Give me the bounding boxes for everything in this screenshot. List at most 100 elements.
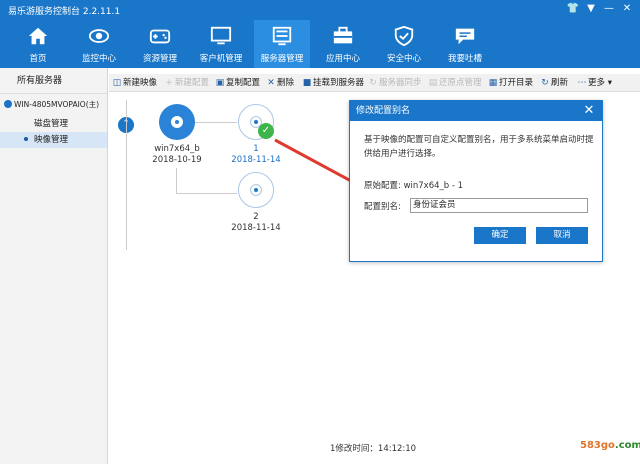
toolbar: ◫ 新建映像 + 新建配置 ▣ 复制配置 ✕ 删除 ■ 挂载到服务器 ↻ 服务器同步 ▤ 还原… bbox=[109, 74, 640, 92]
nav-home[interactable]: 首页 bbox=[10, 20, 66, 68]
restore-icon: ▤ bbox=[428, 78, 438, 88]
folder-icon: ▦ bbox=[488, 78, 498, 88]
mount-button[interactable]: ■ 挂载到服务器 bbox=[302, 76, 364, 90]
ok-button[interactable]: 确定 bbox=[474, 227, 526, 244]
connector-line bbox=[195, 122, 237, 123]
watermark: 583go.com bbox=[580, 440, 640, 451]
nav-security-label: 安全中心 bbox=[386, 54, 421, 64]
delete-label: 删除 bbox=[277, 78, 295, 88]
delete-button[interactable]: ✕ 删除 bbox=[266, 76, 294, 90]
nav-resources[interactable]: 资源管理 bbox=[132, 20, 188, 68]
tree-line bbox=[126, 100, 127, 250]
new-config-label: 新建配置 bbox=[175, 78, 210, 88]
sidebar-server[interactable]: WIN-4805MVOPAIO(主) bbox=[0, 94, 107, 116]
top-nav: 首页 监控中心 资源管理 客户机管理 服务器管理 应用中心 安全中心 我要吐槽 bbox=[0, 20, 640, 68]
refresh-icon: ↻ bbox=[541, 78, 549, 88]
status-text: 1修改时间：14:12:10 bbox=[330, 444, 417, 454]
config1-name: 1 bbox=[253, 144, 259, 154]
connector-line bbox=[176, 168, 177, 194]
more-label: 更多 bbox=[588, 78, 606, 88]
new-config-button[interactable]: + 新建配置 bbox=[164, 76, 209, 90]
new-image-icon: ◫ bbox=[112, 78, 122, 88]
server-name: WIN-4805MVOPAIO(主) bbox=[14, 100, 100, 109]
close-window-icon[interactable]: ✕ bbox=[620, 2, 634, 16]
alias-input[interactable]: 身份证会员 bbox=[410, 198, 588, 213]
plus-icon: + bbox=[165, 78, 173, 88]
nav-clients[interactable]: 客户机管理 bbox=[193, 20, 249, 68]
nav-feedback[interactable]: 我要吐槽 bbox=[437, 20, 493, 68]
refresh-label: 刷新 bbox=[551, 78, 569, 88]
server-status-icon bbox=[4, 100, 12, 108]
original-config-label: 原始配置: bbox=[364, 181, 401, 191]
config-node-2[interactable] bbox=[238, 172, 274, 208]
nav-home-label: 首页 bbox=[29, 54, 47, 64]
dialog-title: 修改配置别名 bbox=[350, 101, 602, 121]
close-icon[interactable]: ✕ bbox=[582, 104, 596, 118]
cancel-button[interactable]: 取消 bbox=[536, 227, 588, 244]
nav-feedback-label: 我要吐槽 bbox=[447, 54, 482, 64]
image-node-root[interactable] bbox=[159, 104, 195, 140]
connector-line bbox=[176, 193, 237, 194]
copy-icon: ▣ bbox=[215, 78, 225, 88]
sidebar-item-disk[interactable]: 磁盘管理 bbox=[0, 116, 107, 132]
open-dir-button[interactable]: ▦ 打开目录 bbox=[488, 76, 533, 90]
skin-icon[interactable]: 👕 bbox=[566, 2, 580, 16]
server-icon bbox=[272, 26, 292, 46]
home-icon bbox=[28, 27, 48, 45]
config2-date: 2018-11-14 bbox=[231, 223, 281, 233]
new-image-button[interactable]: ◫ 新建映像 bbox=[112, 76, 157, 90]
root-date: 2018-10-19 bbox=[152, 155, 202, 165]
nav-monitor-label: 监控中心 bbox=[81, 54, 116, 64]
nav-resources-label: 资源管理 bbox=[142, 54, 177, 64]
toolbox-icon bbox=[333, 26, 353, 44]
sidebar-item-image-label: 映像管理 bbox=[34, 135, 69, 145]
title-bar: 易乐游服务控制台 2.2.11.1 👕 ▼ — ✕ bbox=[0, 0, 640, 20]
chat-icon bbox=[455, 28, 475, 45]
delete-icon: ✕ bbox=[267, 78, 275, 88]
config1-date: 2018-11-14 bbox=[231, 155, 281, 165]
config2-name: 2 bbox=[253, 212, 259, 222]
alias-label: 配置别名: bbox=[364, 202, 401, 212]
root-name: win7x64_b bbox=[154, 144, 200, 154]
sidebar-item-image[interactable]: 映像管理 bbox=[0, 132, 107, 148]
refresh-button[interactable]: ↻ 刷新 bbox=[540, 76, 568, 90]
open-dir-label: 打开目录 bbox=[499, 78, 534, 88]
mount-icon: ■ bbox=[302, 78, 312, 88]
bullet-icon bbox=[24, 136, 28, 141]
new-image-label: 新建映像 bbox=[123, 78, 158, 88]
sync-icon: ↻ bbox=[369, 78, 377, 88]
restore-point-button[interactable]: ▤ 还原点管理 bbox=[428, 76, 482, 90]
minimize-icon[interactable]: — bbox=[602, 2, 616, 16]
more-icon: ⋯ bbox=[577, 78, 587, 88]
copy-config-button[interactable]: ▣ 复制配置 bbox=[215, 76, 260, 90]
watermark-tld: .com bbox=[614, 440, 640, 451]
original-config-row: 原始配置: win7x64_b - 1 bbox=[364, 179, 463, 191]
sidebar-header[interactable]: 所有服务器 bbox=[0, 68, 107, 94]
gamepad-icon bbox=[149, 29, 171, 44]
nav-apps-label: 应用中心 bbox=[325, 54, 360, 64]
copy-config-label: 复制配置 bbox=[226, 78, 261, 88]
sidebar: 所有服务器 WIN-4805MVOPAIO(主) 磁盘管理 映像管理 bbox=[0, 68, 108, 464]
chevron-down-icon: ▾ bbox=[607, 78, 612, 88]
original-config-value: win7x64_b - 1 bbox=[403, 181, 464, 191]
sync-label: 服务器同步 bbox=[379, 78, 422, 88]
mount-label: 挂载到服务器 bbox=[313, 78, 365, 88]
shield-icon bbox=[394, 25, 414, 47]
rename-config-dialog: 修改配置别名 ✕ 基于映像的配置可自定义配置别名，用于多系统菜单启动时提供给用户… bbox=[349, 100, 603, 262]
restore-point-label: 还原点管理 bbox=[439, 78, 482, 88]
monitor-icon bbox=[210, 26, 232, 45]
more-button[interactable]: ⋯ 更多 ▾ bbox=[577, 76, 613, 90]
check-icon: ✓ bbox=[258, 123, 274, 139]
nav-server-label: 服务器管理 bbox=[260, 54, 304, 64]
window-title: 易乐游服务控制台 2.2.11.1 bbox=[8, 7, 121, 17]
nav-server[interactable]: 服务器管理 bbox=[254, 20, 310, 68]
nav-apps[interactable]: 应用中心 bbox=[315, 20, 371, 68]
watermark-text: 583go bbox=[580, 440, 615, 451]
nav-clients-label: 客户机管理 bbox=[199, 54, 243, 64]
nav-security[interactable]: 安全中心 bbox=[376, 20, 432, 68]
dialog-description: 基于映像的配置可自定义配置别名，用于多系统菜单启动时提供给用户进行选择。 bbox=[364, 135, 594, 159]
sync-button[interactable]: ↻ 服务器同步 bbox=[368, 76, 422, 90]
nav-monitor[interactable]: 监控中心 bbox=[71, 20, 127, 68]
menu-icon[interactable]: ▼ bbox=[584, 2, 598, 16]
eye-icon bbox=[88, 29, 110, 43]
